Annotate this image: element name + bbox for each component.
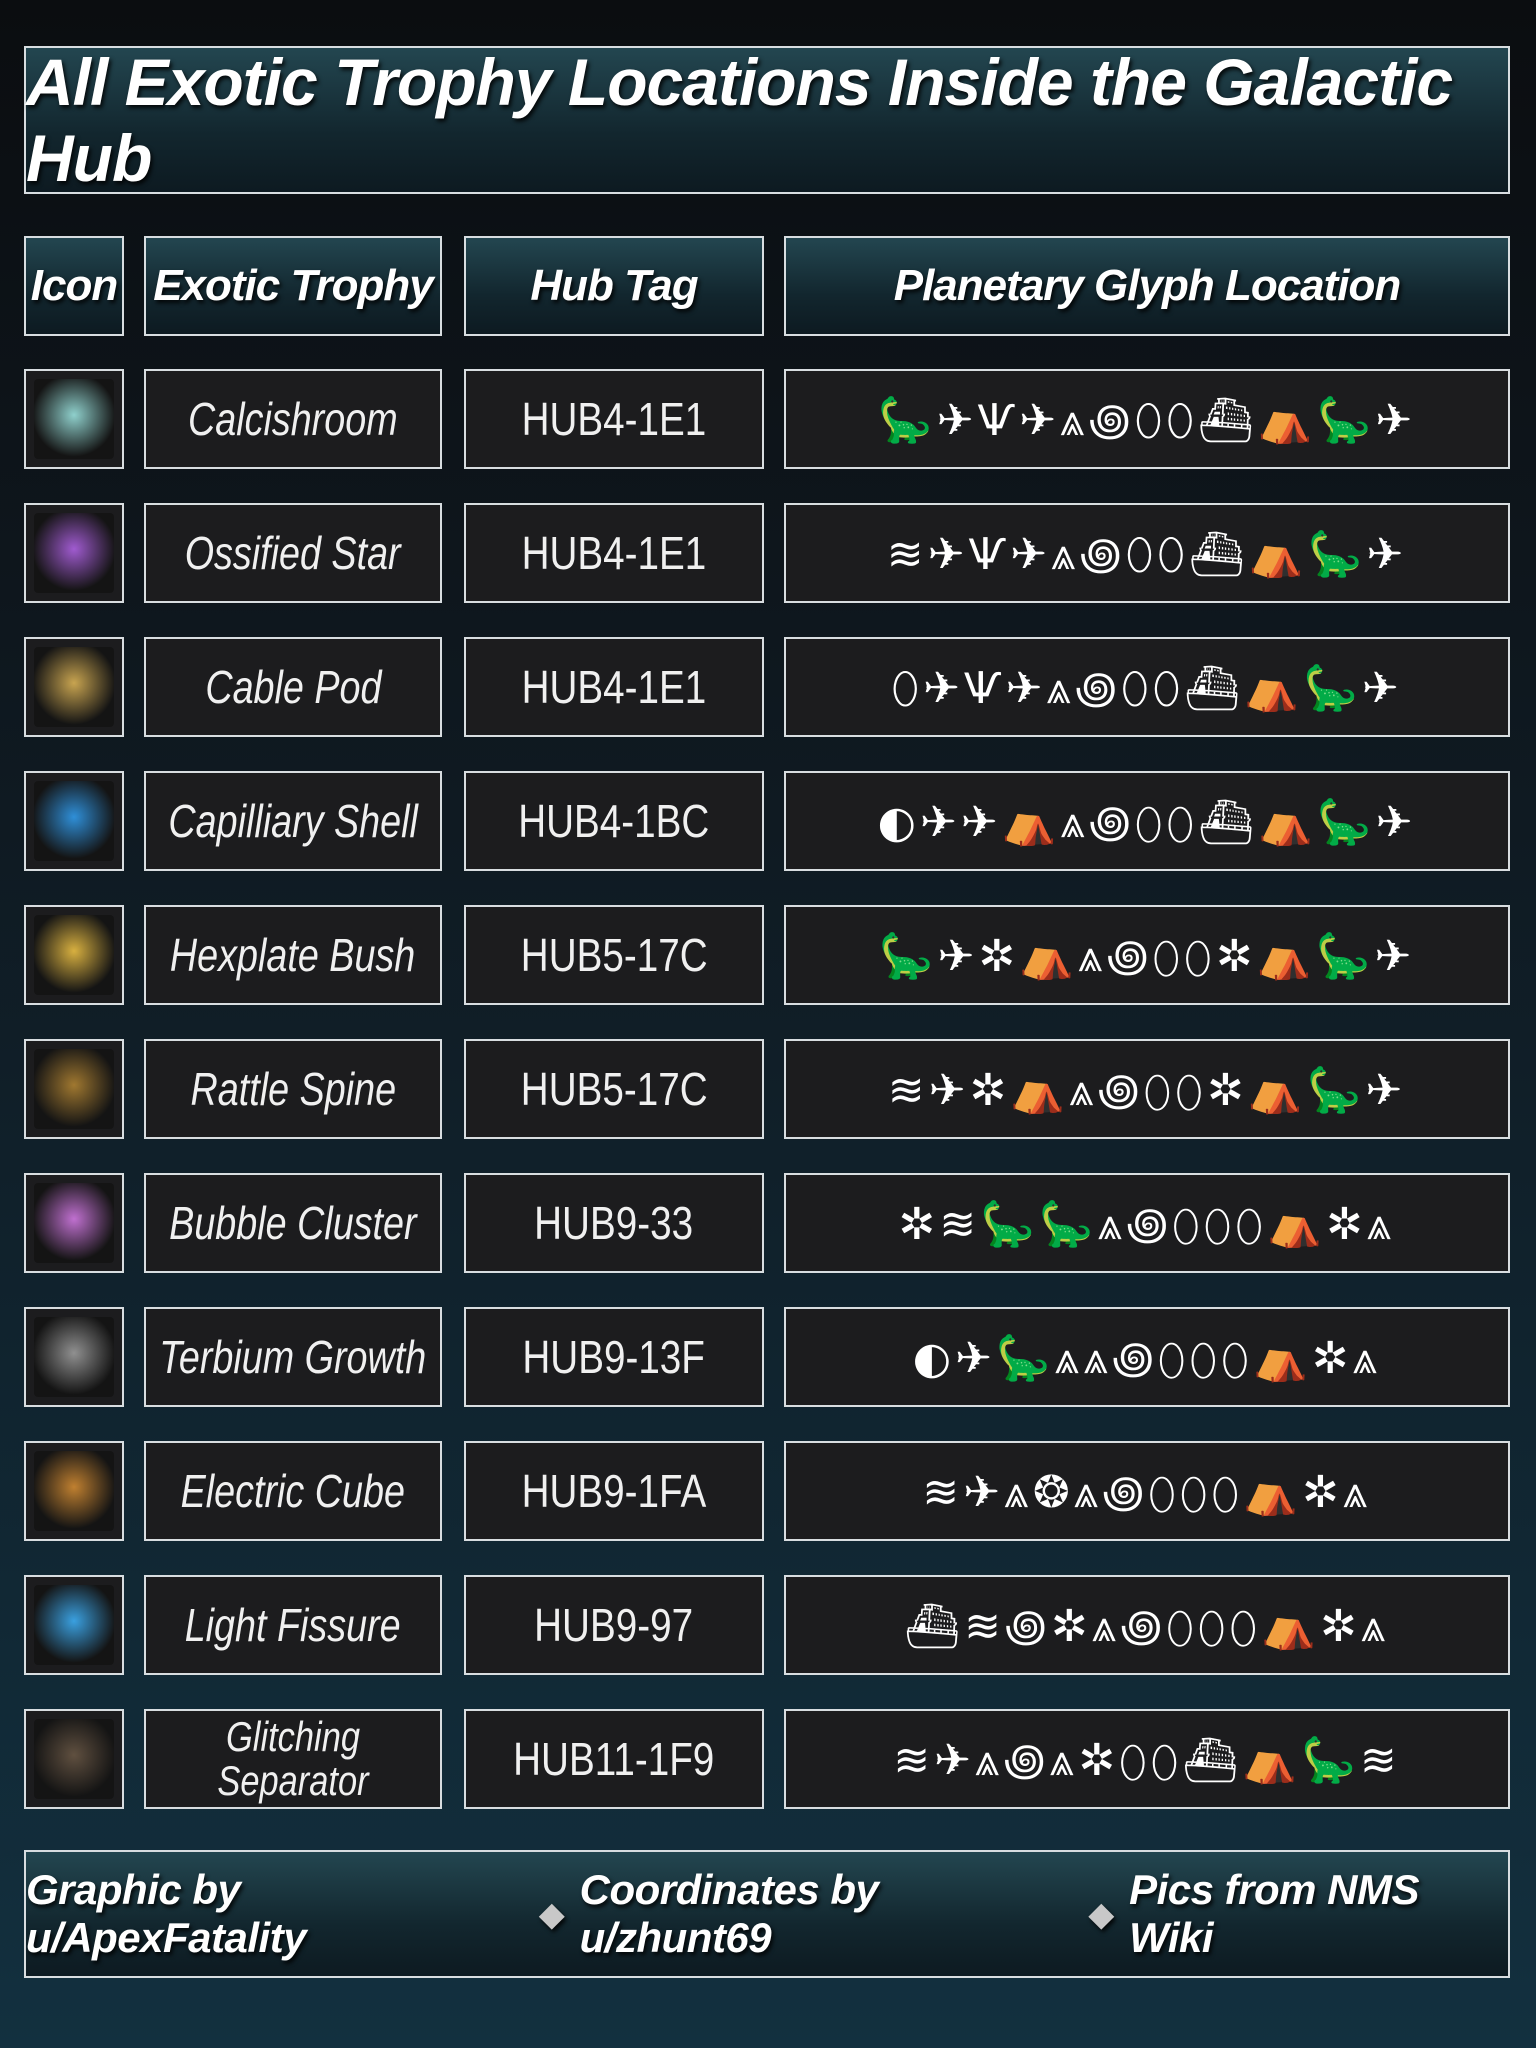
table-row-glyph-cell: ◐✈✈⛺⩓꩜⬯⬯⛴⛺🦕✈ — [784, 771, 1510, 871]
credit-pics: Pics from NMS Wiki — [1129, 1866, 1420, 1961]
table-row-name-cell: Bubble Cluster — [144, 1173, 442, 1273]
table-row-icon-cell — [24, 369, 124, 469]
header-glyph-location: Planetary Glyph Location — [784, 236, 1510, 336]
trophy-name: Terbium Growth — [159, 1331, 427, 1383]
credit-coordinates: Coordinates by u/zhunt69 — [579, 1866, 879, 1961]
table-row-glyph-cell: ⛴≋꩜✲⩓꩜⬯⬯⬯⛺✲⩓ — [784, 1575, 1510, 1675]
trophy-name: Calcishroom — [188, 393, 398, 445]
trophy-icon — [34, 1183, 114, 1263]
table-row-name-cell: Cable Pod — [144, 637, 442, 737]
portal-glyphs: ◐✈🦕⩓⩓꩜⬯⬯⬯⛺✲⩓ — [912, 1333, 1382, 1384]
table-row-tag-cell: HUB4-1E1 — [464, 637, 764, 737]
trophy-name: Light Fissure — [185, 1599, 401, 1651]
table-row-icon-cell — [24, 1173, 124, 1273]
portal-glyphs: ◐✈✈⛺⩓꩜⬯⬯⛴⛺🦕✈ — [877, 797, 1417, 848]
table-row-name-cell: Hexplate Bush — [144, 905, 442, 1005]
table-row-icon-cell — [24, 905, 124, 1005]
portal-glyphs: ≋✈✲⛺⩓꩜⬯⬯✲⛺🦕✈ — [887, 1065, 1407, 1116]
table-row-glyph-cell: 🦕✈✲⛺⩓꩜⬯⬯✲⛺🦕✈ — [784, 905, 1510, 1005]
table-row-name-cell: Rattle Spine — [144, 1039, 442, 1139]
trophy-icon — [34, 781, 114, 861]
portal-glyphs: ≋✈⩓❂⩓꩜⬯⬯⬯⛺✲⩓ — [922, 1467, 1372, 1518]
portal-glyphs: ⛴≋꩜✲⩓꩜⬯⬯⬯⛺✲⩓ — [904, 1601, 1390, 1652]
table-row-tag-cell: HUB9-33 — [464, 1173, 764, 1273]
hub-tag: HUB4-1E1 — [521, 393, 707, 445]
table-row-tag-cell: HUB9-97 — [464, 1575, 764, 1675]
table-row-name-cell: Electric Cube — [144, 1441, 442, 1541]
trophy-icon — [34, 379, 114, 459]
table-row-name-cell: Capilliary Shell — [144, 771, 442, 871]
trophy-name: Bubble Cluster — [169, 1197, 417, 1249]
trophy-icon — [34, 1719, 114, 1799]
table-row-name-cell: Calcishroom — [144, 369, 442, 469]
trophy-name: Capilliary Shell — [168, 795, 418, 847]
hub-tag: HUB9-97 — [534, 1599, 694, 1651]
trophy-name: Glitching Separator — [217, 1712, 369, 1804]
table-row-icon-cell — [24, 1709, 124, 1809]
hub-tag: HUB4-1BC — [518, 795, 710, 847]
credits-footer: Graphic by u/ApexFatality ◆ Coordinates … — [24, 1850, 1510, 1978]
portal-glyphs: ⬯✈Ѱ✈⩓꩜⬯⬯⛴⛺🦕✈ — [891, 663, 1403, 714]
portal-glyphs: 🦕✈Ѱ✈⩓꩜⬯⬯⛴⛺🦕✈ — [877, 395, 1417, 446]
trophy-name: Hexplate Bush — [170, 929, 416, 981]
table-row-icon-cell — [24, 1039, 124, 1139]
table-row-name-cell: Light Fissure — [144, 1575, 442, 1675]
hub-tag: HUB4-1E1 — [521, 661, 707, 713]
table-row-tag-cell: HUB5-17C — [464, 905, 764, 1005]
hub-tag: HUB5-17C — [520, 1063, 708, 1115]
trophy-icon — [34, 1451, 114, 1531]
table-row-glyph-cell: ✲≋🦕🦕⩓꩜⬯⬯⬯⛺✲⩓ — [784, 1173, 1510, 1273]
table-row-name-cell: Ossified Star — [144, 503, 442, 603]
table-row-icon-cell — [24, 1307, 124, 1407]
hub-tag: HUB9-1FA — [521, 1465, 707, 1517]
trophy-icon — [34, 513, 114, 593]
hub-tag: HUB9-13F — [522, 1331, 706, 1383]
credit-graphic: Graphic by u/ApexFatality — [26, 1866, 307, 1961]
table-row-tag-cell: HUB4-1BC — [464, 771, 764, 871]
table-row-tag-cell: HUB11-1F9 — [464, 1709, 764, 1809]
trophy-name: Rattle Spine — [190, 1063, 396, 1115]
table-row-tag-cell: HUB4-1E1 — [464, 503, 764, 603]
diamond-separator-icon: ◆ — [539, 1896, 565, 1932]
hub-tag: HUB9-33 — [534, 1197, 694, 1249]
hub-tag: HUB5-17C — [520, 929, 708, 981]
table-row-glyph-cell: ≋✈Ѱ✈⩓꩜⬯⬯⛴⛺🦕✈ — [784, 503, 1510, 603]
table-row-tag-cell: HUB9-1FA — [464, 1441, 764, 1541]
portal-glyphs: ≋✈⩓꩜⩓✲⬯⬯⛴⛺🦕≋ — [893, 1735, 1401, 1786]
trophy-icon — [34, 915, 114, 995]
table-row-icon-cell — [24, 637, 124, 737]
portal-glyphs: ≋✈Ѱ✈⩓꩜⬯⬯⛴⛺🦕✈ — [886, 529, 1408, 580]
header-icon: Icon — [24, 236, 124, 336]
table-row-tag-cell: HUB5-17C — [464, 1039, 764, 1139]
table-row-name-cell: Terbium Growth — [144, 1307, 442, 1407]
table-row-icon-cell — [24, 503, 124, 603]
portal-glyphs: 🦕✈✲⛺⩓꩜⬯⬯✲⛺🦕✈ — [878, 931, 1416, 982]
table-row-name-cell: Glitching Separator — [144, 1709, 442, 1809]
trophy-icon — [34, 647, 114, 727]
header-hub-tag: Hub Tag — [464, 236, 764, 336]
trophy-icon — [34, 1317, 114, 1397]
trophy-icon — [34, 1585, 114, 1665]
table-row-glyph-cell: ≋✈⩓꩜⩓✲⬯⬯⛴⛺🦕≋ — [784, 1709, 1510, 1809]
table-row-tag-cell: HUB4-1E1 — [464, 369, 764, 469]
trophy-name: Ossified Star — [185, 527, 401, 579]
page-title: All Exotic Trophy Locations Inside the G… — [24, 45, 1510, 195]
table-row-glyph-cell: 🦕✈Ѱ✈⩓꩜⬯⬯⛴⛺🦕✈ — [784, 369, 1510, 469]
header-exotic-trophy: Exotic Trophy — [144, 236, 442, 336]
portal-glyphs: ✲≋🦕🦕⩓꩜⬯⬯⬯⛺✲⩓ — [898, 1199, 1396, 1250]
trophy-name: Electric Cube — [180, 1465, 406, 1517]
table-row-glyph-cell: ≋✈⩓❂⩓꩜⬯⬯⬯⛺✲⩓ — [784, 1441, 1510, 1541]
table-row-glyph-cell: ⬯✈Ѱ✈⩓꩜⬯⬯⛴⛺🦕✈ — [784, 637, 1510, 737]
table-row-icon-cell — [24, 1441, 124, 1541]
hub-tag: HUB11-1F9 — [513, 1733, 715, 1785]
hub-tag: HUB4-1E1 — [521, 527, 707, 579]
table-row-icon-cell — [24, 1575, 124, 1675]
table-row-glyph-cell: ◐✈🦕⩓⩓꩜⬯⬯⬯⛺✲⩓ — [784, 1307, 1510, 1407]
trophy-icon — [34, 1049, 114, 1129]
table-row-icon-cell — [24, 771, 124, 871]
trophy-name: Cable Pod — [204, 661, 382, 713]
diamond-separator-icon: ◆ — [1089, 1896, 1114, 1932]
table-row-glyph-cell: ≋✈✲⛺⩓꩜⬯⬯✲⛺🦕✈ — [784, 1039, 1510, 1139]
table-row-tag-cell: HUB9-13F — [464, 1307, 764, 1407]
